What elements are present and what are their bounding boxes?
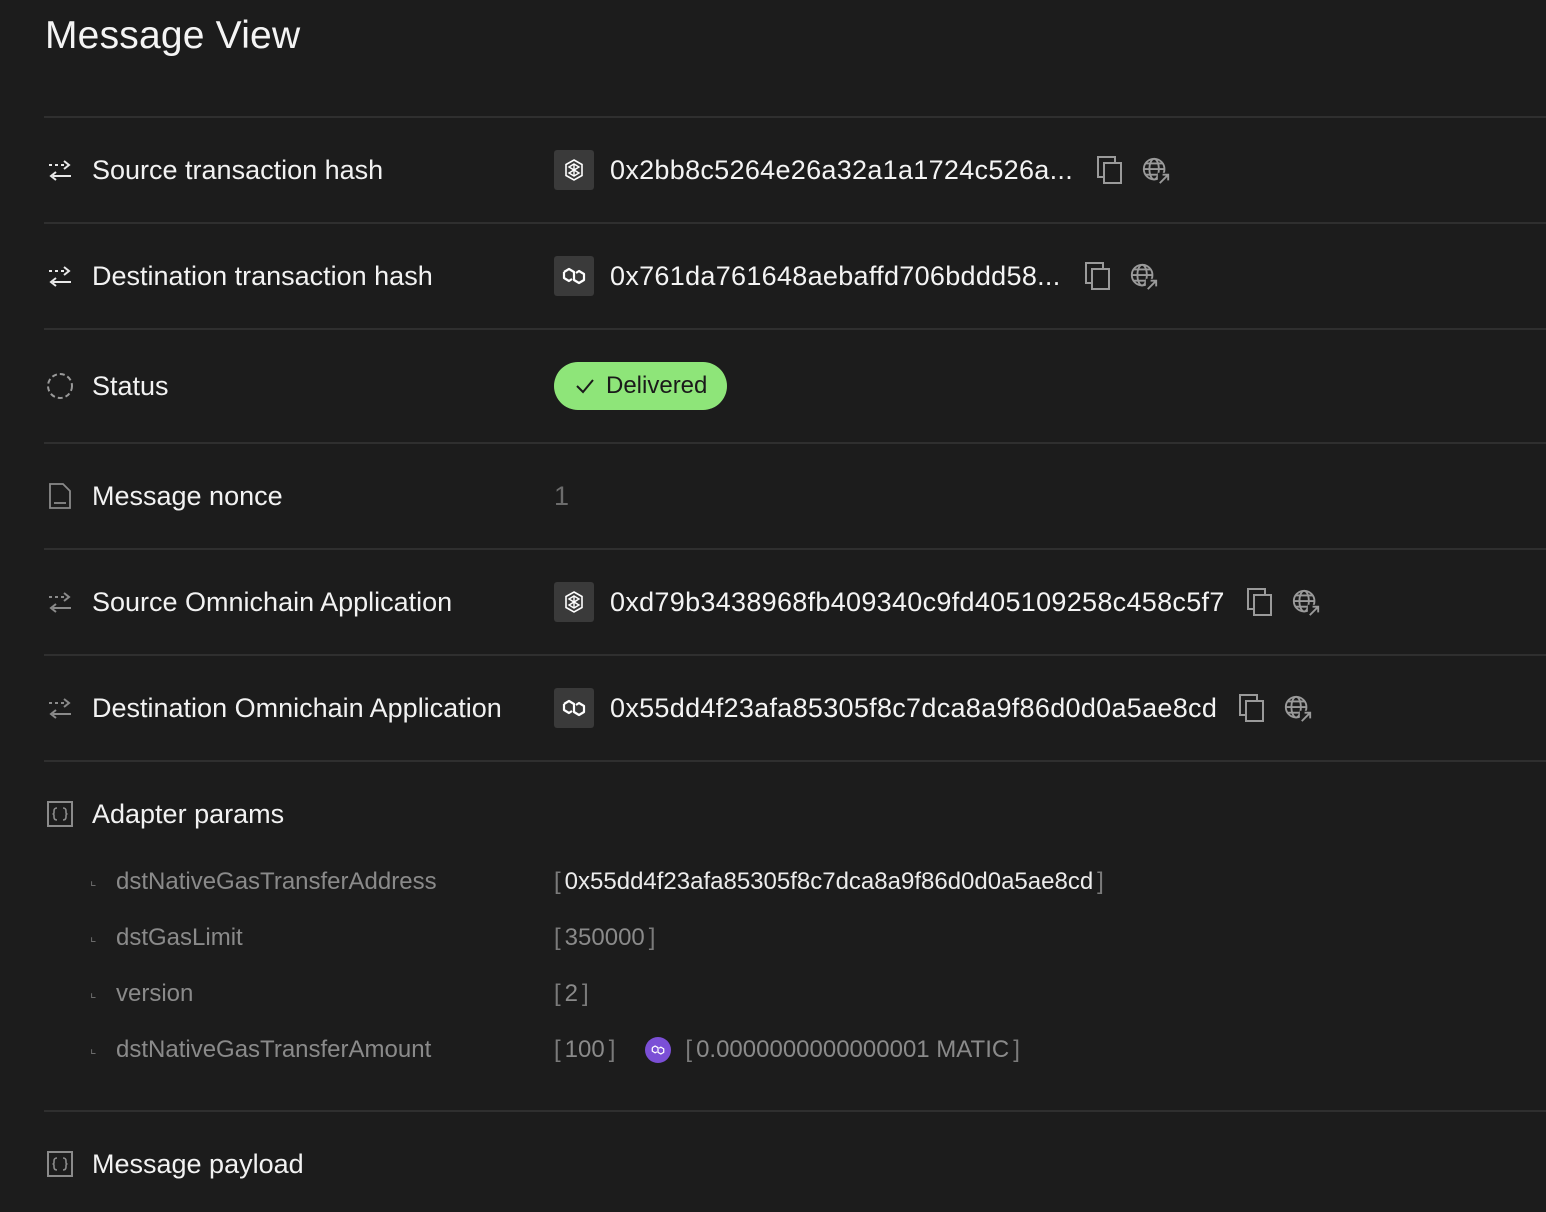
divider [44, 654, 1546, 656]
tree-branch-icon: ⌞ [90, 1040, 97, 1056]
row-destination-omnichain-application: Destination Omnichain Application 0x55dd… [44, 678, 1546, 738]
page-title: Message View [45, 14, 301, 57]
polygon-icon [554, 688, 594, 728]
divider [44, 442, 1546, 444]
globe-link-icon[interactable] [1283, 692, 1313, 724]
destination-oa-address: 0x55dd4f23afa85305f8c7dca8a9f86d0d0a5ae8… [610, 692, 1218, 723]
param-name: version [116, 980, 194, 1007]
tree-branch-icon: ⌞ [90, 984, 97, 1000]
tree-branch-icon: ⌞ [90, 872, 97, 888]
tree-branch-icon: ⌞ [90, 928, 97, 944]
param-name: dstNativeGasTransferAddress [116, 868, 437, 895]
row-label: Message payload [92, 1148, 304, 1179]
braces-box-icon [44, 1148, 76, 1180]
fantom-icon [554, 150, 594, 190]
copy-icon[interactable] [1245, 586, 1275, 618]
copy-icon[interactable] [1083, 260, 1113, 292]
row-label: Source transaction hash [92, 154, 384, 185]
row-message-payload: Message payload [44, 1134, 1546, 1194]
divider [44, 760, 1546, 762]
divider [44, 116, 1546, 118]
status-text: Delivered [606, 372, 708, 399]
row-source-omnichain-application: Source Omnichain Application 0xd79b34389… [44, 572, 1546, 632]
row-source-transaction-hash: Source transaction hash 0x2bb8c5264e26a3… [44, 140, 1546, 200]
list-item: ⌞ dstNativeGasTransferAddress [ 0x55dd4f… [90, 868, 1104, 895]
transfer-arrows-icon [44, 154, 76, 186]
source-oa-address: 0xd79b3438968fb409340c9fd405109258c458c5… [610, 586, 1225, 617]
row-message-nonce: Message nonce 1 [44, 466, 1546, 526]
globe-link-icon[interactable] [1291, 586, 1321, 618]
row-status: Status Delivered [44, 356, 1546, 416]
braces-box-icon [44, 798, 76, 830]
row-destination-transaction-hash: Destination transaction hash 0x761da7616… [44, 246, 1546, 306]
status-badge: Delivered [554, 362, 728, 410]
polygon-icon [554, 256, 594, 296]
spinner-circle-icon [44, 370, 76, 402]
param-value: 2 [564, 980, 579, 1007]
row-label: Destination transaction hash [92, 260, 433, 291]
param-name: dstNativeGasTransferAmount [116, 1036, 432, 1063]
transfer-arrows-icon [44, 692, 76, 724]
param-converted-value: 0.0000000000000001 MATIC [696, 1036, 1010, 1063]
list-item: ⌞ version [ 2 ] [90, 980, 589, 1007]
destination-tx-hash: 0x761da761648aebaffd706bddd58... [610, 260, 1061, 291]
checkmark-icon [576, 379, 594, 394]
row-label: Status [92, 370, 169, 401]
globe-link-icon[interactable] [1129, 260, 1159, 292]
document-icon [44, 480, 76, 512]
nonce-value: 1 [554, 480, 570, 511]
row-label: Destination Omnichain Application [92, 692, 502, 723]
divider [44, 328, 1546, 330]
param-name: dstGasLimit [116, 924, 243, 951]
transfer-arrows-icon [44, 586, 76, 618]
fantom-icon [554, 582, 594, 622]
param-value: 100 [564, 1036, 605, 1063]
row-label: Adapter params [92, 798, 285, 829]
transfer-arrows-icon [44, 260, 76, 292]
globe-link-icon[interactable] [1141, 154, 1171, 186]
param-value: 350000 [564, 924, 645, 951]
copy-icon[interactable] [1095, 154, 1125, 186]
divider [44, 548, 1546, 550]
list-item: ⌞ dstNativeGasTransferAmount [ 100 ] [ 0… [90, 1036, 1020, 1063]
divider [44, 222, 1546, 224]
row-adapter-params: Adapter params [44, 784, 1546, 844]
polygon-icon [645, 1037, 672, 1063]
source-tx-hash: 0x2bb8c5264e26a32a1a1724c526a... [610, 154, 1074, 185]
divider [44, 1110, 1546, 1112]
list-item: ⌞ dstGasLimit [ 350000 ] [90, 924, 656, 951]
row-label: Source Omnichain Application [92, 586, 453, 617]
param-value: 0x55dd4f23afa85305f8c7dca8a9f86d0d0a5ae8… [564, 868, 1094, 895]
row-label: Message nonce [92, 480, 283, 511]
copy-icon[interactable] [1237, 692, 1267, 724]
